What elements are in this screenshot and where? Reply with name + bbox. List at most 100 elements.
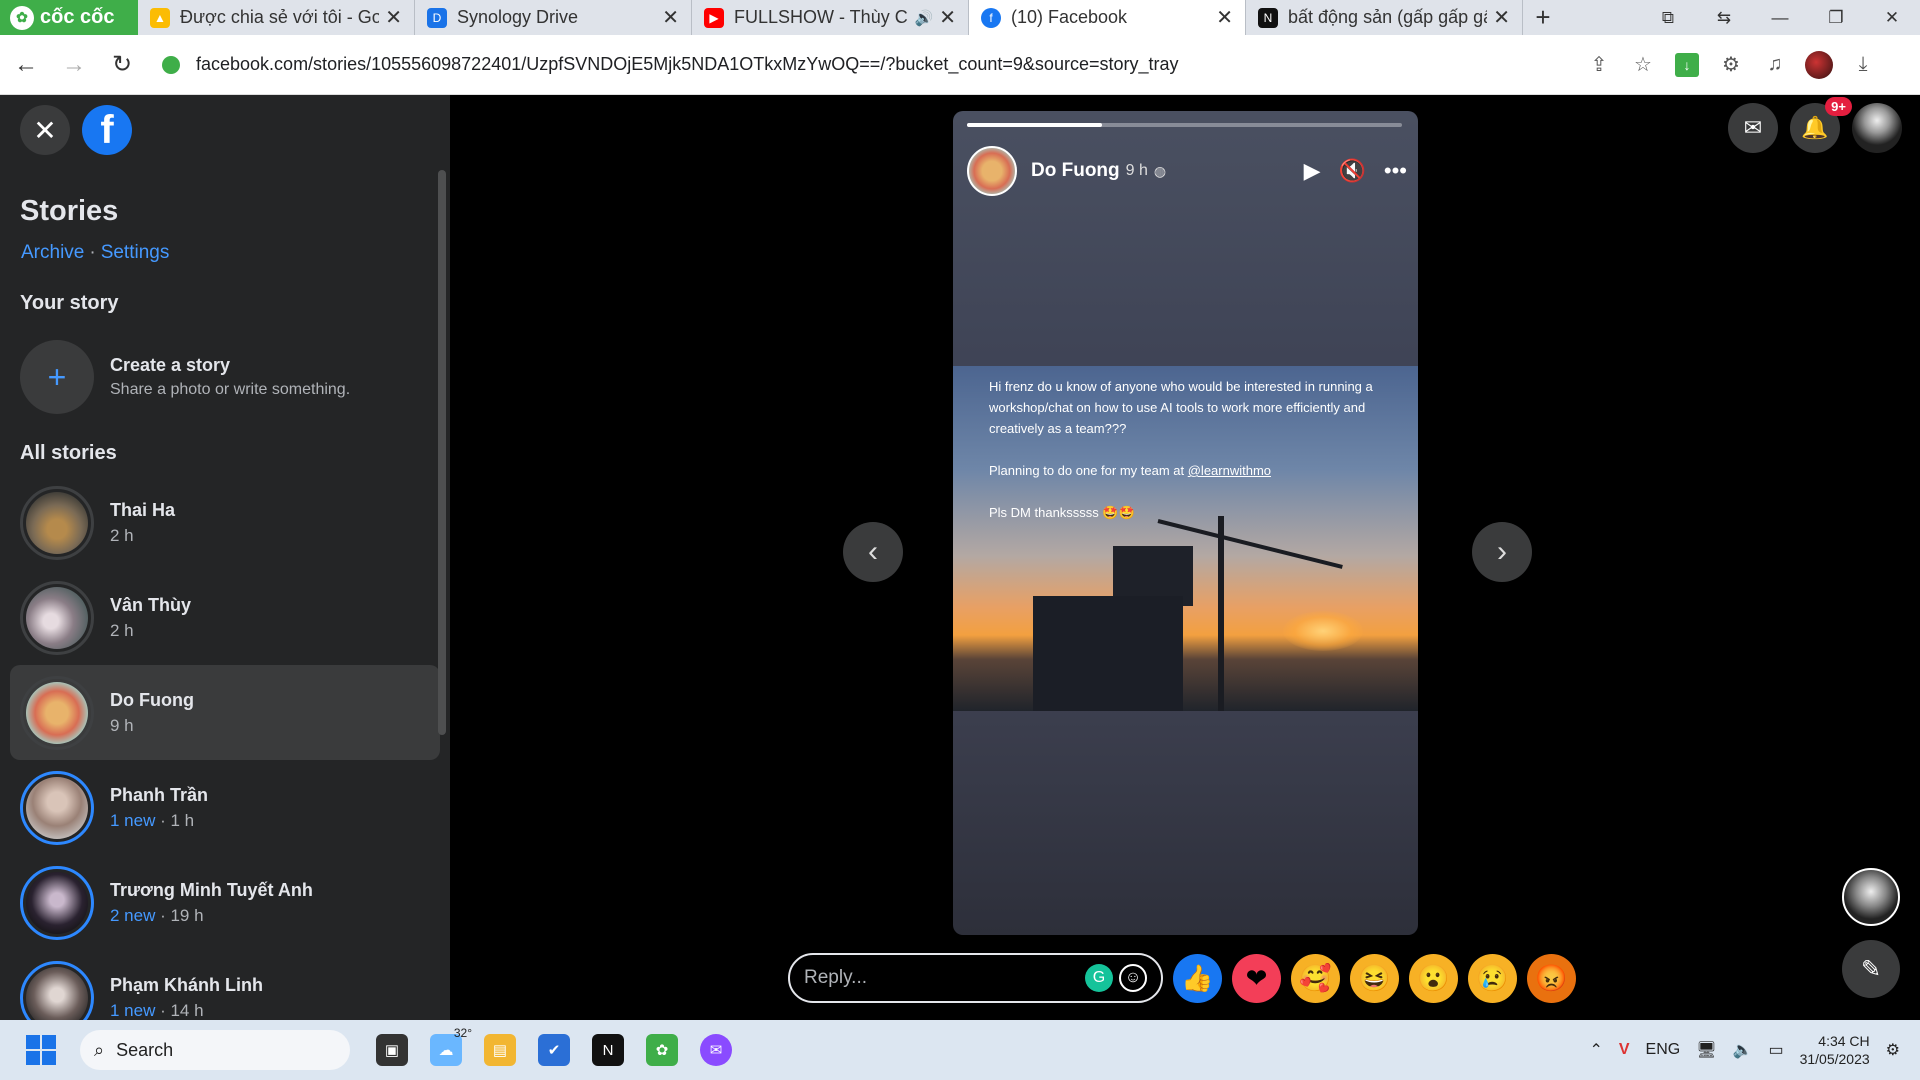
clock[interactable]: 4:34 CH 31/05/2023: [1800, 1032, 1870, 1068]
tab-search-icon[interactable]: ⧉: [1640, 0, 1696, 35]
clock-date: 31/05/2023: [1799, 1051, 1870, 1067]
notion-app-icon[interactable]: N: [592, 1034, 624, 1066]
tab-synology-drive[interactable]: D Synology Drive ✕: [415, 0, 692, 35]
sticker-icon[interactable]: ☺: [1119, 964, 1147, 992]
taskbar-search[interactable]: ⌕ Search: [80, 1030, 350, 1070]
secure-lock-icon[interactable]: [162, 55, 180, 74]
battery-icon[interactable]: ▭: [1768, 1040, 1783, 1060]
story-viewer: Do Fuong 9 h ◍ ▶ 🔇 ••• Hi frenz do u kno…: [450, 95, 1920, 1020]
tab-notion[interactable]: N bất động sản (gấp gấp gấ ✕: [1246, 0, 1523, 35]
sidebar-scrollbar[interactable]: [438, 170, 446, 735]
story-time: 9 h: [1125, 162, 1148, 179]
window-controls: ⧉ ⇆ — ❐ ✕: [1640, 0, 1920, 35]
coccoc-app-icon[interactable]: ✿: [646, 1034, 678, 1066]
haha-reaction-icon[interactable]: 😆: [1350, 953, 1399, 1003]
sad-reaction-icon[interactable]: 😢: [1468, 953, 1517, 1003]
forward-icon[interactable]: →: [52, 43, 96, 87]
volume-icon[interactable]: 🔈: [1733, 1040, 1753, 1060]
notion-icon: N: [1258, 7, 1278, 28]
close-tab-icon[interactable]: ✕: [939, 5, 956, 30]
back-icon[interactable]: ←: [4, 43, 48, 87]
stories-sidebar: ✕ f Stories Archive · Settings Your story …: [0, 95, 450, 1020]
chevron-up-icon[interactable]: ⌃: [1589, 1040, 1602, 1060]
tab-youtube[interactable]: ▶ FULLSHOW - Thùy Chi 🔊 ✕: [692, 0, 969, 35]
messenger-app-icon[interactable]: ✉: [700, 1034, 732, 1066]
create-story-subtitle: Share a photo or write something.: [110, 381, 351, 398]
story-item-phanh-tran[interactable]: Phanh Trần 1 new · 1 h: [10, 760, 440, 855]
archive-link[interactable]: Archive: [21, 242, 84, 263]
vietkey-icon[interactable]: V: [1619, 1041, 1630, 1059]
story-time: 2 new · 19 h: [110, 905, 204, 925]
media-icon[interactable]: ♫: [1753, 43, 1797, 87]
tab-google-drive[interactable]: ▲ Được chia sẻ với tôi - Goo ✕: [138, 0, 415, 35]
mention-link[interactable]: @learnwithmo: [1188, 463, 1271, 478]
account-avatar[interactable]: [1852, 103, 1902, 153]
profile-avatar[interactable]: [1797, 43, 1841, 87]
public-globe-icon: ◍: [1153, 162, 1167, 179]
language-indicator[interactable]: ENG: [1646, 1041, 1681, 1059]
mute-icon[interactable]: 🔇: [1338, 158, 1365, 184]
story-card[interactable]: Do Fuong 9 h ◍ ▶ 🔇 ••• Hi frenz do u kno…: [953, 111, 1418, 935]
grammarly-icon[interactable]: G: [1085, 964, 1113, 992]
close-tab-icon[interactable]: ✕: [1493, 5, 1510, 30]
close-tab-icon[interactable]: ✕: [1216, 5, 1233, 30]
next-story-button[interactable]: ›: [1472, 522, 1532, 582]
tab-label: (10) Facebook: [1011, 7, 1128, 27]
todo-icon[interactable]: ✔: [538, 1034, 570, 1066]
story-time: 9 h: [110, 715, 134, 735]
close-stories-button[interactable]: ✕: [20, 105, 70, 155]
story-item-pham-khanh-linh[interactable]: Phạm Khánh Linh 1 new · 14 h: [10, 950, 440, 1020]
my-avatar[interactable]: [1842, 868, 1900, 926]
create-story-item[interactable]: + Create a story Share a photo or write …: [20, 340, 450, 414]
task-view-icon[interactable]: ▣: [376, 1034, 408, 1066]
care-reaction-icon[interactable]: 🥰: [1291, 953, 1340, 1003]
compose-icon[interactable]: ✎: [1842, 940, 1900, 998]
notification-center-icon[interactable]: ⚙: [1886, 1040, 1900, 1060]
back-forward-cache-icon[interactable]: ⇆: [1696, 0, 1752, 35]
extensions-icon[interactable]: ⚙: [1709, 43, 1753, 87]
downloads-icon[interactable]: ⤓: [1841, 43, 1885, 87]
close-tab-icon[interactable]: ✕: [385, 5, 402, 30]
share-icon[interactable]: ⇪: [1577, 43, 1621, 87]
facebook-icon: f: [981, 7, 1001, 28]
weather-icon[interactable]: ☁ 32°: [430, 1026, 472, 1066]
play-icon[interactable]: ▶: [1304, 158, 1321, 184]
avatar: [20, 960, 94, 1020]
windows-start-icon[interactable]: [26, 1035, 56, 1065]
reload-icon[interactable]: ↻: [100, 43, 144, 87]
minimize-icon[interactable]: —: [1752, 0, 1808, 35]
close-window-icon[interactable]: ✕: [1864, 0, 1920, 35]
story-item-thai-ha[interactable]: Thai Ha 2 h: [10, 475, 440, 570]
story-time: 1 new · 14 h: [110, 1000, 204, 1020]
avatar: [20, 865, 94, 940]
download-green-icon[interactable]: ↓: [1675, 52, 1699, 77]
file-explorer-icon[interactable]: ▤: [484, 1034, 516, 1066]
facebook-logo-icon[interactable]: f: [82, 105, 132, 155]
speaker-icon[interactable]: 🔊: [915, 9, 934, 27]
more-options-icon[interactable]: •••: [1384, 158, 1407, 184]
clock-time: 4:34 CH: [1818, 1033, 1870, 1049]
wow-reaction-icon[interactable]: 😮: [1409, 953, 1458, 1003]
url-field[interactable]: facebook.com/stories/105556098722401/Uzp…: [162, 45, 1577, 85]
restore-icon[interactable]: ❐: [1808, 0, 1864, 35]
close-tab-icon[interactable]: ✕: [662, 5, 679, 30]
like-reaction-icon[interactable]: 👍: [1173, 953, 1222, 1003]
network-icon[interactable]: 🖥: [1696, 1040, 1716, 1060]
story-item-van-thuy[interactable]: Vân Thùy 2 h: [10, 570, 440, 665]
reply-input[interactable]: Reply... G ☺: [788, 953, 1163, 1003]
brand-label: cốc cốc: [40, 6, 115, 28]
browser-brand[interactable]: ✿ cốc cốc: [0, 0, 138, 35]
love-reaction-icon[interactable]: ❤: [1232, 953, 1281, 1003]
notifications-icon[interactable]: 🔔 9+: [1790, 97, 1852, 153]
angry-reaction-icon[interactable]: 😡: [1527, 953, 1576, 1003]
previous-story-button[interactable]: ‹: [843, 522, 903, 582]
story-author-avatar[interactable]: [967, 146, 1017, 196]
story-author-name[interactable]: Do Fuong: [1031, 160, 1120, 182]
settings-link[interactable]: Settings: [101, 242, 170, 263]
story-item-do-fuong[interactable]: Do Fuong 9 h: [10, 665, 440, 760]
story-item-truong-minh-tuyet-anh[interactable]: Trương Minh Tuyết Anh 2 new · 19 h: [10, 855, 440, 950]
bookmark-star-icon[interactable]: ☆: [1621, 43, 1665, 87]
messenger-icon[interactable]: ✉: [1728, 103, 1778, 153]
new-tab-button[interactable]: +: [1523, 0, 1563, 35]
tab-facebook[interactable]: f (10) Facebook ✕: [969, 0, 1246, 35]
